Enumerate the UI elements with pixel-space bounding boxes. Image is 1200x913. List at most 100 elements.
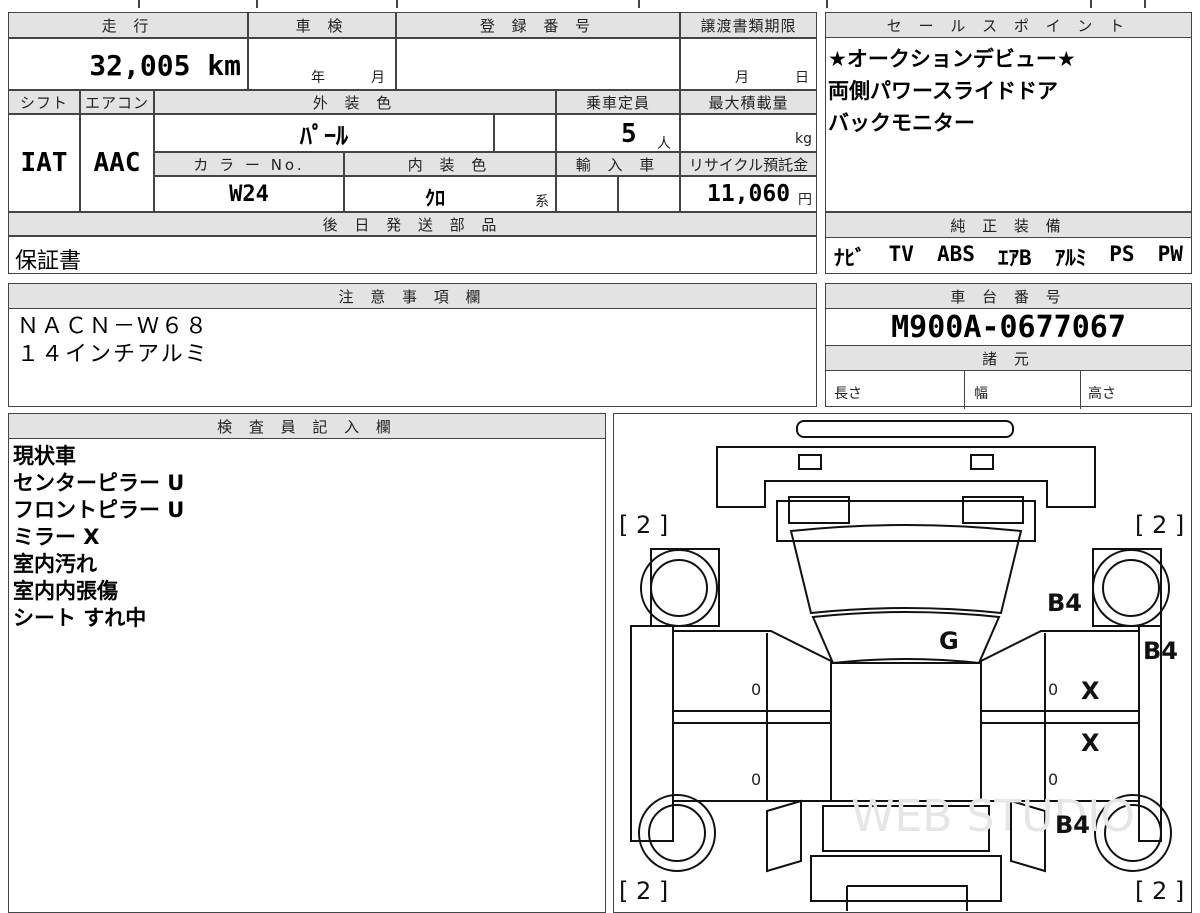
right-pillar-mark: B4: [1143, 637, 1178, 665]
note-line: １４インチアルミ: [17, 342, 209, 367]
registration-header: 登 録 番 号: [396, 12, 680, 38]
inspection-year-label: 年: [311, 70, 325, 86]
interior-color-suffix: 系: [535, 194, 549, 210]
inspection-month-label: 月: [371, 70, 385, 86]
genuine-equipment-box: 純 正 装 備 ﾅﾋﾞ TV ABS ｴｱB ｱﾙﾐ PS PW: [825, 212, 1192, 274]
inspector-header: 検 査 員 記 入 欄: [9, 414, 605, 439]
capacity-unit: 人: [657, 136, 671, 152]
inspector-line: 室内汚れ: [13, 552, 97, 576]
equipment-item: ﾅﾋﾞ: [834, 246, 866, 270]
equipment-list: ﾅﾋﾞ TV ABS ｴｱB ｱﾙﾐ PS PW: [826, 238, 1191, 276]
top-strip: [8, 0, 1192, 8]
inspector-line: ミラー X: [13, 525, 100, 549]
tire-mark-top-left: [ 2 ]: [619, 511, 668, 539]
mileage-header: 走 行: [8, 12, 248, 38]
sales-point-item: 両側パワースライドドア: [828, 79, 1058, 103]
equipment-item: TV: [888, 242, 914, 266]
sales-point-item: ★オークションデビュー★: [828, 47, 1076, 71]
shift-header: シフト: [8, 90, 80, 114]
registration-cell: [396, 38, 680, 90]
exterior-color-value: ﾊﾟｰﾙ: [154, 114, 494, 152]
inspector-line: シート すれ中: [13, 606, 147, 630]
notes-list: ＮＡＣＮ－Ｗ６８ １４インチアルミ: [9, 309, 816, 373]
roof-mark: G: [939, 627, 959, 655]
equipment-item: PW: [1157, 242, 1183, 266]
equipment-item: PS: [1109, 242, 1135, 266]
specs-header: 諸 元: [826, 346, 1191, 371]
chassis-header: 車 台 番 号: [826, 284, 1191, 309]
notes-box: 注 意 事 項 欄 ＮＡＣＮ－Ｗ６８ １４インチアルミ: [8, 283, 817, 407]
inspection-cell: 年 月: [248, 38, 396, 90]
vehicle-info-grid: 走 行 車 検 登 録 番 号 譲渡書類期限 32,005 km 年 月 月 日…: [8, 12, 817, 274]
ac-header: エアコン: [80, 90, 154, 114]
spec-length-label: 長さ: [834, 386, 862, 402]
interior-color-cell: ｸﾛ 系: [344, 176, 556, 212]
zero-fr: 0: [1048, 680, 1058, 699]
max-load-header: 最大積載量: [680, 90, 817, 114]
equipment-item: ｱﾙﾐ: [1054, 246, 1087, 270]
exterior-color-extra: [494, 114, 556, 152]
zero-fl: 0: [751, 680, 761, 699]
transfer-deadline-header: 譲渡書類期限: [680, 12, 817, 38]
door-fr-mark: X: [1081, 677, 1100, 705]
ac-value: AAC: [80, 114, 154, 212]
zero-rl: 0: [751, 770, 761, 789]
later-shipping-cell: 保証書: [8, 236, 817, 274]
recycle-cell: 11,060 円: [680, 176, 817, 212]
front-right-mark: B4: [1047, 589, 1082, 617]
tire-mark-bottom-left: [ 2 ]: [619, 877, 668, 905]
later-shipping-header: 後 日 発 送 部 品: [8, 212, 817, 236]
equipment-item: ABS: [936, 242, 975, 266]
later-shipping-value: 保証書: [15, 249, 82, 274]
notes-header: 注 意 事 項 欄: [9, 284, 816, 309]
transfer-month-label: 月: [735, 70, 749, 86]
genuine-equipment-header: 純 正 装 備: [826, 213, 1191, 238]
interior-color-value: ｸﾛ: [425, 186, 445, 210]
specs-row: 長さ 幅 高さ: [826, 371, 1191, 409]
inspector-line: 室内内張傷: [13, 579, 118, 603]
recycle-unit: 円: [798, 192, 812, 208]
car-diagram: WEB STUDIO [ 2 ] [ 2 ] [ 2 ] [ 2 ] G B4 …: [619, 420, 1184, 911]
zero-rr: 0: [1048, 770, 1058, 789]
inspector-line: センターピラー U: [13, 471, 185, 495]
rear-right-mark: B4: [1055, 811, 1090, 839]
transfer-deadline-cell: 月 日: [680, 38, 817, 90]
inspector-box: 検 査 員 記 入 欄 現状車 センターピラー U フロントピラー U ミラー …: [8, 413, 606, 913]
mileage-value: 32,005 km: [89, 49, 241, 82]
color-no-value: W24: [154, 176, 344, 212]
capacity-header: 乗車定員: [556, 90, 680, 114]
recycle-header: リサイクル預託金: [680, 152, 817, 176]
inspection-header: 車 検: [248, 12, 396, 38]
sales-points-list: ★オークションデビュー★ 両側パワースライドドア バックモニター: [826, 38, 1191, 145]
transfer-day-label: 日: [795, 70, 809, 86]
max-load-cell: kg: [680, 114, 817, 152]
spec-height-label: 高さ: [1088, 386, 1116, 402]
inspector-line: フロントピラー U: [13, 498, 185, 522]
color-no-header: カ ラ ー No.: [154, 152, 344, 176]
import-cell-b: [618, 176, 680, 212]
sales-points-header: セ ー ル ス ポ イ ン ト: [826, 13, 1191, 38]
note-line: ＮＡＣＮ－Ｗ６８: [17, 314, 210, 339]
mileage-cell: 32,005 km: [8, 38, 248, 90]
car-diagram-box: WEB STUDIO [ 2 ] [ 2 ] [ 2 ] [ 2 ] G B4 …: [613, 413, 1192, 913]
sales-point-item: バックモニター: [828, 111, 975, 135]
capacity-value: 5: [621, 119, 637, 149]
inspector-line: 現状車: [13, 444, 76, 468]
interior-color-header: 内 装 色: [344, 152, 556, 176]
watermark: WEB STUDIO: [851, 791, 1135, 842]
inspector-list: 現状車 センターピラー U フロントピラー U ミラー X 室内汚れ 室内内張傷…: [9, 439, 605, 636]
door-rr-mark: X: [1081, 729, 1100, 757]
import-header: 輸 入 車: [556, 152, 680, 176]
exterior-color-header: 外 装 色: [154, 90, 556, 114]
chassis-box: 車 台 番 号 M900A-0677067 諸 元 長さ 幅 高さ: [825, 283, 1192, 409]
import-cell-a: [556, 176, 618, 212]
shift-value: IAT: [8, 114, 80, 212]
capacity-cell: 5 人: [556, 114, 680, 152]
spec-width-label: 幅: [974, 386, 988, 402]
sales-points-box: セ ー ル ス ポ イ ン ト ★オークションデビュー★ 両側パワースライドドア…: [825, 12, 1192, 212]
chassis-number: M900A-0677067: [826, 309, 1191, 346]
max-load-unit: kg: [795, 131, 812, 147]
recycle-value: 11,060: [707, 181, 791, 207]
tire-mark-bottom-right: [ 2 ]: [1135, 877, 1184, 905]
equipment-item: ｴｱB: [997, 246, 1032, 270]
